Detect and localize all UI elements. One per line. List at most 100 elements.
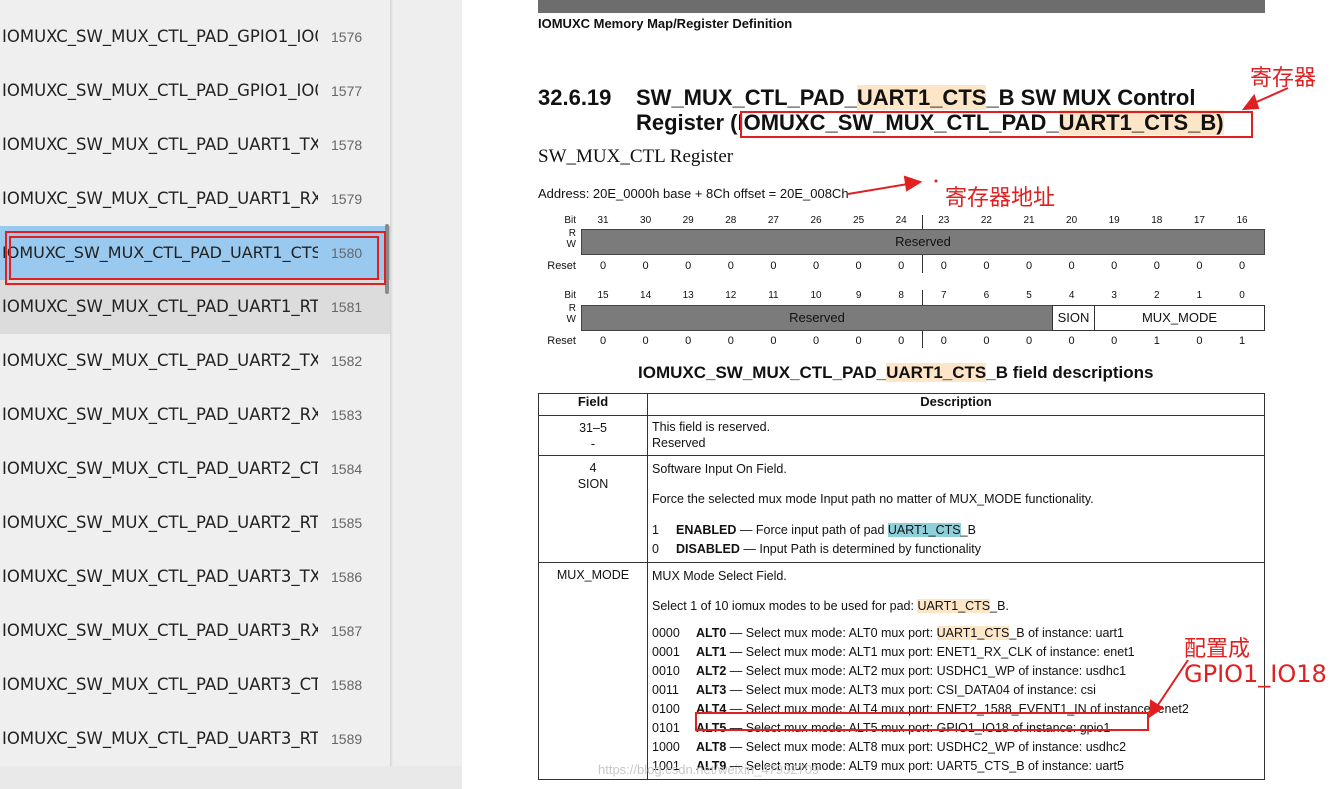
- selected-bookmark-inner-box: [9, 236, 379, 280]
- field-name: MUX_MODE: [556, 568, 630, 582]
- bit-number: 13: [682, 290, 694, 301]
- alt-description: _B of instance: uart1: [1009, 626, 1124, 640]
- reset-value: 0: [1196, 260, 1203, 272]
- desc-line: Reserved: [652, 436, 706, 450]
- bit-number: 27: [767, 215, 779, 226]
- annotation-register-address: 寄存器地址: [945, 186, 1056, 211]
- reset-value: 1: [1238, 335, 1246, 347]
- reset-value: 0: [599, 260, 607, 272]
- bookmark-item[interactable]: IOMUXC_SW_MUX_CTL_PAD_UART2_RTS_ 1585: [0, 496, 390, 550]
- alt-description: — Select mux mode: ALT2 mux port: USDHC1…: [726, 664, 1127, 678]
- bookmark-item[interactable]: IOMUXC_SW_MUX_CTL_PAD_UART2_RX_D 1583: [0, 388, 390, 442]
- reset-value: 0: [898, 335, 905, 347]
- bit-number: 4: [1068, 290, 1075, 301]
- alt-mode-row: 0001 ALT1 — Select mux mode: ALT1 mux por…: [652, 643, 1260, 662]
- reset-value: 0: [642, 335, 649, 347]
- enum-keyword: DISABLED: [676, 542, 740, 556]
- bit-number: 11: [768, 290, 779, 301]
- description-cell: MUX Mode Select Field. Select 1 of 10 io…: [647, 562, 1265, 780]
- bookmark-label: IOMUXC_SW_MUX_CTL_PAD_UART3_RTS_: [2, 729, 318, 748]
- bookmark-item[interactable]: IOMUXC_SW_MUX_CTL_PAD_UART1_RX_D 1579: [0, 172, 390, 226]
- bookmark-page-number: 1576: [331, 29, 363, 45]
- watermark: https://blog.csdn.net/weixin_47932709: [598, 762, 820, 777]
- bookmark-item[interactable]: IOMUXC_SW_MUX_CTL_PAD_UART2_CTS_ 1584: [0, 442, 390, 496]
- alt-mode-row: 0010 ALT2 — Select mux mode: ALT2 mux por…: [652, 662, 1260, 681]
- reset-value: 1: [1153, 335, 1160, 347]
- reset-value: 0: [1025, 260, 1033, 272]
- bit-number: 23: [938, 215, 950, 226]
- bookmark-item[interactable]: IOMUXC_SW_MUX_CTL_PAD_UART3_RTS_ 1589: [0, 712, 390, 766]
- bookmark-item[interactable]: IOMUXC_SW_MUX_CTL_PAD_UART3_CTS_ 1588: [0, 658, 390, 712]
- description-cell: Software Input On Field. Force the selec…: [647, 455, 1265, 563]
- bookmark-item[interactable]: IOMUXC_SW_MUX_CTL_PAD_UART1_TX_D 1578: [0, 118, 390, 172]
- table-header-row: Field Description: [538, 393, 1265, 416]
- bit-number: 22: [980, 215, 992, 226]
- bookmark-label: IOMUXC_SW_MUX_CTL_PAD_UART2_RX_D: [2, 405, 318, 424]
- reset-value: 0: [685, 260, 692, 272]
- reset-value: 0: [1068, 335, 1075, 347]
- reset-value: 0: [642, 260, 649, 272]
- bit-number: 12: [725, 290, 737, 301]
- reset-value: 0: [898, 260, 905, 272]
- enum-text: — Input Path is determined by functional…: [739, 542, 982, 556]
- reset-value: 0: [1111, 260, 1118, 272]
- alt-description: — Select mux mode: ALT0 mux port:: [726, 626, 937, 640]
- read-row-label: R: [568, 228, 576, 239]
- bookmark-item[interactable]: IOMUXC_SW_MUX_CTL_PAD_GPIO1_IO09 1577: [0, 64, 390, 118]
- bookmark-item[interactable]: IOMUXC_SW_MUX_CTL_PAD_UART2_TX_D 1582: [0, 334, 390, 388]
- bookmark-label: IOMUXC_SW_MUX_CTL_PAD_UART1_RX_D: [2, 189, 318, 208]
- bit-number: 6: [983, 290, 990, 301]
- bookmark-page-number: 1584: [331, 461, 363, 477]
- bit-number: 31: [597, 215, 609, 226]
- reserved-field-low: Reserved: [581, 305, 1053, 331]
- enum-text: — Force input path of pad: [736, 523, 888, 537]
- reset-value: 0: [940, 260, 947, 272]
- bookmark-item[interactable]: IOMUXC_SW_MUX_CTL_PAD_UART1_RTS_ 1581: [0, 280, 390, 334]
- alt5-highlight-box: [695, 712, 1149, 731]
- reset-value: 0: [812, 260, 820, 272]
- alt-name: ALT2: [696, 664, 727, 678]
- bit-number: 19: [1108, 215, 1120, 226]
- bit-number: 20: [1066, 215, 1078, 226]
- bookmark-label: IOMUXC_SW_MUX_CTL_PAD_GPIO1_IO09: [2, 81, 318, 100]
- alt-code: 0000: [652, 626, 680, 640]
- enum-disabled: 0 DISABLED — Input Path is determined by …: [652, 540, 1260, 559]
- bit-number: 17: [1193, 215, 1205, 226]
- title-highlight: UART1_CTS: [886, 363, 987, 382]
- write-row-label: W: [566, 314, 576, 325]
- desc-part: _B.: [990, 599, 1009, 613]
- bookmark-label: IOMUXC_SW_MUX_CTL_PAD_UART3_TX_D: [2, 567, 318, 586]
- pad-highlight: UART1_CTS: [936, 626, 1010, 640]
- bookmark-page-number: 1589: [331, 731, 363, 747]
- bit-number: 7: [941, 290, 947, 301]
- title-part: _B field descriptions: [986, 363, 1154, 382]
- pad-highlight: UART1_CTS: [887, 523, 961, 537]
- alt-code: 0011: [652, 683, 679, 697]
- bookmark-item[interactable]: IOMUXC_SW_MUX_CTL_PAD_UART3_RX_D 1587: [0, 604, 390, 658]
- alt-description: — Select mux mode: ALT8 mux port: USDHC2…: [726, 740, 1127, 754]
- bit-number: 10: [810, 290, 822, 301]
- reset-value: 0: [855, 335, 862, 347]
- bookmark-page-number: 1585: [331, 515, 363, 531]
- alt-mode-list: 0000 ALT0 — Select mux mode: ALT0 mux por…: [652, 624, 1260, 776]
- bit-number: 21: [1023, 215, 1035, 226]
- reset-value: 0: [727, 260, 734, 272]
- field-cell: 31–5 -: [538, 415, 648, 456]
- bookmark-item[interactable]: IOMUXC_SW_MUX_CTL_PAD_UART3_TX_D 1586: [0, 550, 390, 604]
- bit-row-label: Bit: [564, 215, 576, 226]
- annotation-register: 寄存器: [1250, 66, 1317, 91]
- bit-number: 9: [855, 290, 862, 301]
- reset-value: 0: [812, 335, 820, 347]
- table-row: 31–5 - This field is reserved. Reserved: [538, 415, 1265, 456]
- annotation-config-line1: 配置成: [1184, 637, 1251, 662]
- enum-value: 0: [652, 542, 659, 556]
- alt-name: ALT8: [696, 740, 727, 754]
- desc-line: This field is reserved.: [652, 420, 771, 434]
- bit-number: 24: [895, 215, 907, 226]
- alt-code: 0101: [652, 721, 680, 735]
- enum-text: _B: [960, 523, 976, 537]
- bookmark-item[interactable]: IOMUXC_SW_MUX_CTL_PAD_GPIO1_IO08 1576: [0, 10, 390, 64]
- bit-number: 16: [1236, 215, 1248, 226]
- register-diagram: Bit R W Reset 31 30 29 28 27 26 25 24 23 22 21 20 19 18 17…: [462, 0, 1341, 360]
- bit-number: 18: [1151, 215, 1163, 226]
